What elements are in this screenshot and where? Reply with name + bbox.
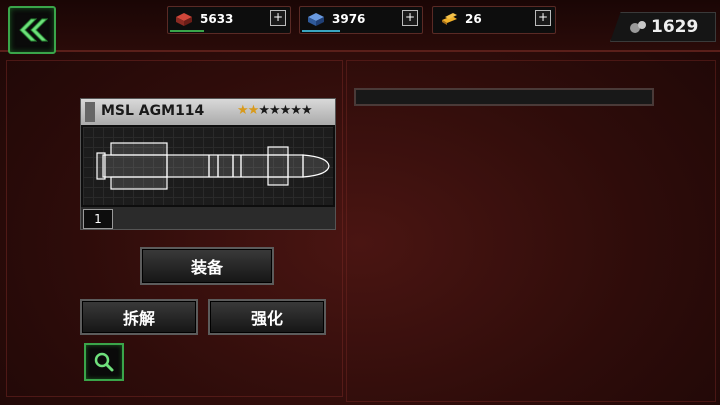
item-level: 1	[83, 209, 113, 229]
missile-image	[83, 127, 333, 205]
crystal-value: 3976	[332, 12, 366, 26]
steel-bar	[170, 30, 204, 32]
steel-resource: 5633 +	[167, 6, 291, 34]
item-card-header: MSL AGM114 ★★★★★★★	[81, 99, 335, 125]
crystal-icon	[308, 13, 324, 26]
header-tick	[85, 102, 95, 122]
dismantle-button[interactable]: 拆解	[80, 299, 198, 335]
star-icon: ★	[247, 103, 260, 118]
steel-value: 5633	[200, 12, 234, 26]
star-icon: ★	[258, 103, 270, 118]
steel-icon	[176, 13, 192, 26]
gold-value: 26	[465, 12, 482, 26]
crystal-resource: 3976 +	[299, 6, 423, 34]
add-steel-button[interactable]: +	[270, 10, 286, 26]
star-icon: ★	[268, 103, 281, 118]
right-panel-frame	[346, 60, 716, 402]
item-name: MSL AGM114	[101, 103, 205, 119]
star-icon: ★	[237, 103, 249, 118]
detail-header-bar	[354, 88, 654, 106]
inspect-button[interactable]	[84, 343, 124, 381]
star-rating: ★★★★★★★	[237, 103, 313, 118]
ore-icon	[630, 21, 646, 33]
double-chevron-left-icon	[19, 18, 48, 42]
equip-button[interactable]: 装备	[140, 247, 274, 285]
item-card[interactable]: MSL AGM114 ★★★★★★★ 1	[80, 98, 336, 230]
ore-value: 1629	[651, 17, 699, 37]
gold-bars-icon	[442, 13, 457, 25]
enhance-button[interactable]: 强化	[208, 299, 326, 335]
back-button[interactable]	[8, 6, 56, 54]
star-icon: ★	[300, 103, 313, 118]
star-icon: ★	[290, 103, 302, 118]
missile-icon	[96, 142, 330, 190]
star-icon: ★	[279, 103, 292, 118]
gold-resource: 26 +	[432, 6, 556, 34]
magnifier-icon	[94, 352, 114, 372]
add-gold-button[interactable]: +	[535, 10, 551, 26]
add-crystal-button[interactable]: +	[402, 10, 418, 26]
ore-currency: 1629	[610, 12, 716, 42]
crystal-bar	[302, 30, 340, 32]
item-card-footer: 1	[81, 207, 335, 229]
